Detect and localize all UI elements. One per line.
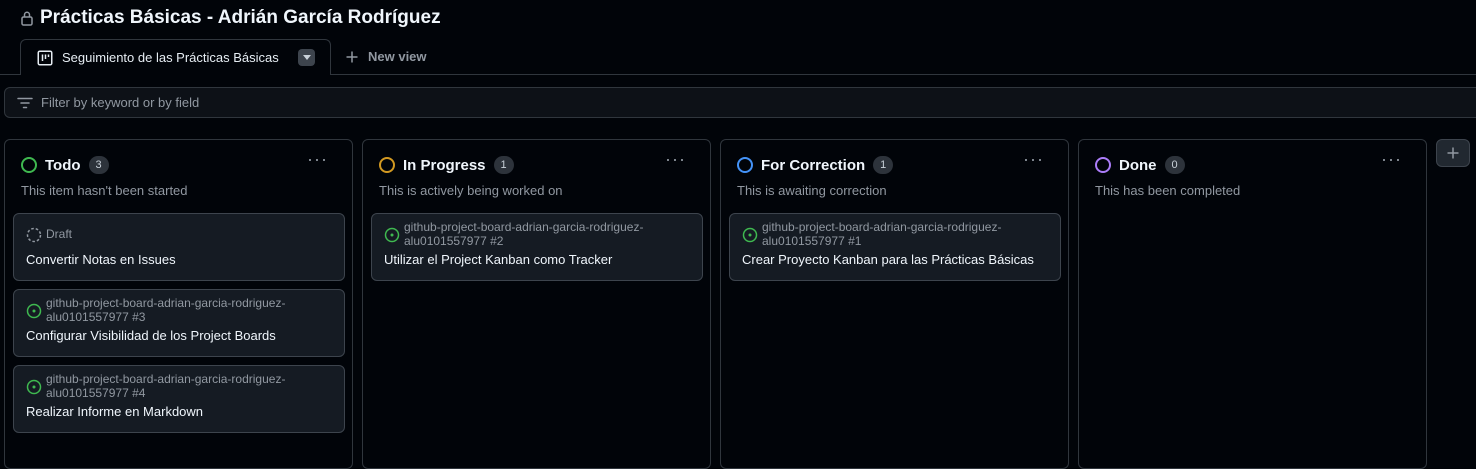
- card-repo: github-project-board-adrian-garcia-rodri…: [46, 296, 286, 324]
- card-status-text: Draft: [46, 227, 73, 241]
- column-description: This has been completed: [1095, 183, 1241, 198]
- column-description: This is actively being worked on: [379, 183, 563, 198]
- kebab-icon[interactable]: ···: [1381, 150, 1402, 168]
- column-title: For Correction: [761, 156, 866, 174]
- card-meta: github-project-board-adrian-garcia-rodri…: [742, 220, 1042, 248]
- issue-open-icon: [742, 227, 758, 243]
- tab-label: Seguimiento de las Prácticas Básicas: [62, 50, 279, 65]
- new-view-label: New view: [368, 49, 427, 64]
- status-circle-icon: [1095, 157, 1111, 173]
- issue-open-icon: [26, 379, 42, 395]
- view-tabs: Seguimiento de las Prácticas Básicas New…: [0, 39, 1476, 75]
- card-item[interactable]: github-project-board-adrian-garcia-rodri…: [371, 213, 703, 281]
- board-icon: [37, 50, 53, 65]
- draft-icon: [26, 227, 42, 243]
- status-circle-icon: [737, 157, 753, 173]
- page-title: Prácticas Básicas - Adrián García Rodríg…: [40, 7, 441, 28]
- status-circle-icon: [21, 157, 37, 173]
- card-title[interactable]: Realizar Informe en Markdown: [26, 404, 203, 419]
- tab-board-view[interactable]: Seguimiento de las Prácticas Básicas: [20, 39, 331, 75]
- project-header: Prácticas Básicas - Adrián García Rodríg…: [20, 5, 441, 31]
- card-item[interactable]: github-project-board-adrian-garcia-rodri…: [729, 213, 1061, 281]
- kebab-icon[interactable]: ···: [665, 150, 686, 168]
- column-done: Done 0 ··· This has been completed: [1078, 139, 1427, 469]
- plus-icon: [1447, 147, 1459, 159]
- card-item[interactable]: github-project-board-adrian-garcia-rodri…: [13, 289, 345, 357]
- column-description: This is awaiting correction: [737, 183, 887, 198]
- column-header: Todo 3: [21, 155, 109, 175]
- column-header: For Correction 1: [737, 155, 894, 175]
- kebab-icon[interactable]: ···: [1023, 150, 1044, 168]
- status-circle-icon: [379, 157, 395, 173]
- card-title[interactable]: Convertir Notas en Issues: [26, 252, 176, 267]
- card-repo: github-project-board-adrian-garcia-rodri…: [762, 220, 1002, 248]
- issue-open-icon: [384, 227, 400, 243]
- column-count-badge: 3: [88, 156, 109, 174]
- card-title[interactable]: Utilizar el Project Kanban como Tracker: [384, 252, 612, 267]
- column-header: In Progress 1: [379, 155, 514, 175]
- new-view-button[interactable]: New view: [346, 39, 427, 74]
- card-item[interactable]: github-project-board-adrian-garcia-rodri…: [13, 365, 345, 433]
- filter-placeholder: Filter by keyword or by field: [41, 95, 200, 110]
- column-header: Done 0: [1095, 155, 1185, 175]
- card-meta: github-project-board-adrian-garcia-rodri…: [384, 220, 684, 248]
- column-in-progress: In Progress 1 ··· This is actively being…: [362, 139, 711, 469]
- card-repo: github-project-board-adrian-garcia-rodri…: [404, 220, 644, 248]
- filter-input[interactable]: Filter by keyword or by field: [4, 87, 1476, 118]
- chevron-down-icon: [302, 55, 311, 60]
- column-count-badge: 1: [493, 156, 514, 174]
- card-repo: github-project-board-adrian-garcia-rodri…: [46, 372, 286, 400]
- add-column-button[interactable]: [1436, 139, 1470, 167]
- plus-icon: [346, 51, 358, 62]
- column-title: Done: [1119, 156, 1157, 174]
- column-for-correction: For Correction 1 ··· This is awaiting co…: [720, 139, 1069, 469]
- filter-icon: [17, 97, 33, 108]
- card-item[interactable]: Draft Convertir Notas en Issues: [13, 213, 345, 281]
- column-title: In Progress: [403, 156, 486, 174]
- card-title[interactable]: Crear Proyecto Kanban para las Prácticas…: [742, 252, 1034, 267]
- card-meta: github-project-board-adrian-garcia-rodri…: [26, 296, 326, 324]
- card-title[interactable]: Configurar Visibilidad de los Project Bo…: [26, 328, 276, 343]
- lock-icon: [21, 11, 33, 26]
- column-todo: Todo 3 ··· This item hasn't been started…: [4, 139, 353, 469]
- issue-open-icon: [26, 303, 42, 319]
- view-options-button[interactable]: [298, 49, 315, 66]
- kebab-icon[interactable]: ···: [307, 150, 328, 168]
- column-count-badge: 1: [873, 156, 894, 174]
- card-meta: Draft: [26, 220, 326, 243]
- column-title: Todo: [45, 156, 81, 174]
- column-description: This item hasn't been started: [21, 183, 188, 198]
- column-count-badge: 0: [1164, 156, 1185, 174]
- card-meta: github-project-board-adrian-garcia-rodri…: [26, 372, 326, 400]
